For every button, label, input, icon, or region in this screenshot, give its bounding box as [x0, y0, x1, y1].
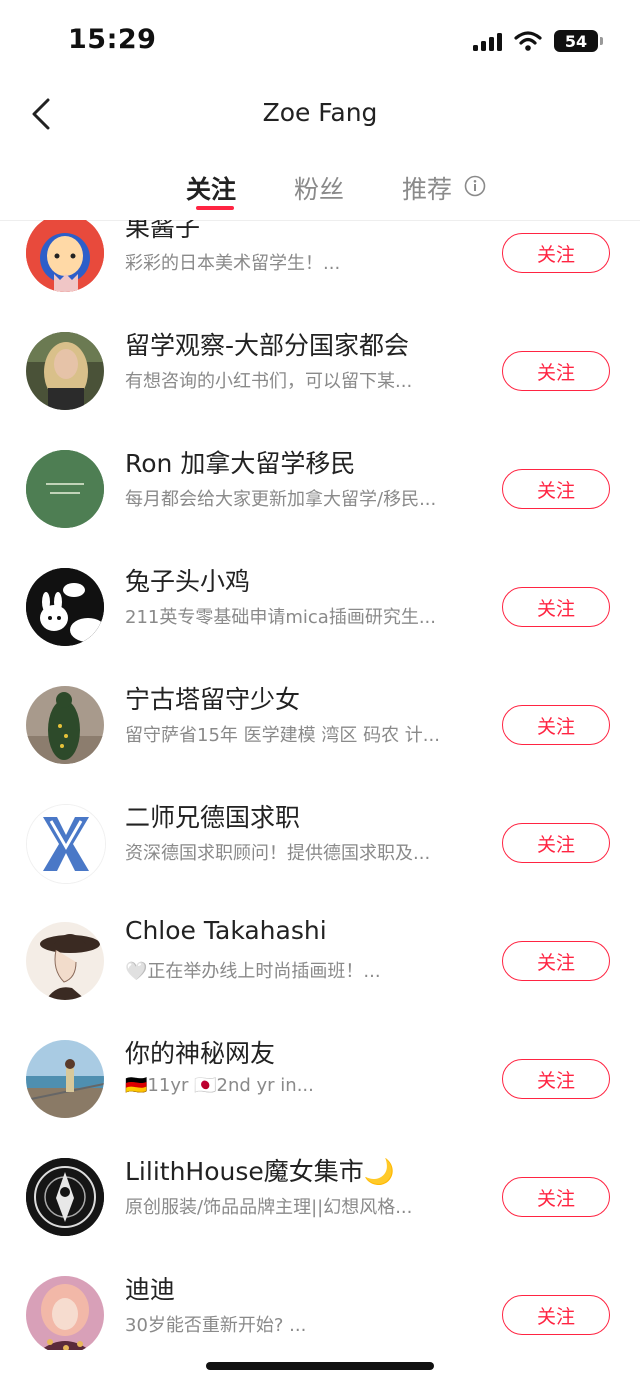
- avatar: [26, 220, 104, 292]
- user-name: Ron 加拿大留学移民: [125, 449, 356, 478]
- list-item[interactable]: 兔子头小鸡 211英专零基础申请mica插画研究生... 关注: [0, 560, 640, 678]
- user-description: 211英专零基础申请mica插画研究生...: [125, 607, 436, 628]
- user-name: 宁古塔留守少女: [125, 685, 301, 714]
- follow-button[interactable]: 关注: [502, 1177, 610, 1217]
- tab-followers[interactable]: 粉丝: [294, 170, 344, 206]
- user-name: Chloe Takahashi: [125, 916, 327, 945]
- avatar: [26, 568, 104, 646]
- follow-button[interactable]: 关注: [502, 351, 610, 391]
- user-description: 留守萨省15年 医学建模 湾区 码农 计...: [125, 725, 440, 746]
- list-item[interactable]: Ron 加拿大留学移民 每月都会给大家更新加拿大留学/移民... 关注: [0, 442, 640, 560]
- info-icon[interactable]: [464, 175, 486, 197]
- list-item[interactable]: 留学观察-大部分国家都会 有想咨询的小红书们，可以留下某... 关注: [0, 324, 640, 442]
- status-time: 15:29: [68, 24, 157, 55]
- list-item[interactable]: 你的神秘网友 🇩🇪11yr 🇯🇵2nd yr in... 关注: [0, 1032, 640, 1150]
- avatar: [26, 922, 104, 1000]
- user-description: 原创服装/饰品品牌主理||幻想风格...: [125, 1197, 413, 1218]
- list-item[interactable]: 迪迪 30岁能否重新开始? ... 关注: [0, 1268, 640, 1350]
- user-name: 二师兄德国求职: [125, 803, 301, 832]
- battery-icon: 54: [554, 30, 603, 52]
- list-item[interactable]: 果酱子 彩彩的日本美术留学生！... 关注: [0, 220, 640, 324]
- avatar: [26, 1158, 104, 1236]
- avatar: [26, 1276, 104, 1350]
- follow-button[interactable]: 关注: [502, 941, 610, 981]
- user-description: 30岁能否重新开始? ...: [125, 1315, 307, 1336]
- user-description: 每月都会给大家更新加拿大留学/移民...: [125, 489, 437, 510]
- user-description: 🤍正在举办线上时尚插画班！...: [125, 961, 381, 982]
- avatar: [26, 332, 104, 410]
- user-name: LilithHouse魔女集市🌙: [125, 1157, 395, 1186]
- follow-button[interactable]: 关注: [502, 1059, 610, 1099]
- tab-recommended[interactable]: 推荐: [402, 170, 452, 206]
- home-indicator: [206, 1362, 434, 1370]
- avatar: [26, 804, 106, 884]
- user-name: 留学观察-大部分国家都会: [125, 331, 410, 360]
- user-name: 迪迪: [125, 1275, 176, 1304]
- page-title: Zoe Fang: [262, 98, 378, 127]
- user-name: 果酱子: [125, 220, 201, 242]
- nav-bar: Zoe Fang: [0, 80, 640, 150]
- user-name: 兔子头小鸡: [125, 567, 251, 596]
- follow-button[interactable]: 关注: [502, 469, 610, 509]
- status-icons: 54: [473, 30, 603, 52]
- list-item[interactable]: LilithHouse魔女集市🌙 原创服装/饰品品牌主理||幻想风格... 关注: [0, 1150, 640, 1268]
- following-list: 果酱子 彩彩的日本美术留学生！... 关注 留学观察-大部分国家都会 有想咨询的…: [0, 220, 640, 1350]
- avatar: [26, 686, 104, 764]
- status-bar: 15:29 54: [0, 0, 640, 80]
- list-item[interactable]: 二师兄德国求职 资深德国求职顾问！提供德国求职及... 关注: [0, 796, 640, 914]
- follow-button[interactable]: 关注: [502, 1295, 610, 1335]
- user-description: 资深德国求职顾问！提供德国求职及...: [125, 843, 431, 864]
- user-description: 彩彩的日本美术留学生！...: [125, 253, 341, 274]
- follow-button[interactable]: 关注: [502, 587, 610, 627]
- tab-bar: 关注 粉丝 推荐: [0, 150, 640, 221]
- user-name: 你的神秘网友: [125, 1039, 276, 1068]
- active-tab-indicator: [196, 206, 234, 210]
- user-description: 有想咨询的小红书们，可以留下某...: [125, 371, 413, 392]
- tab-following[interactable]: 关注: [186, 170, 236, 206]
- avatar: [26, 1040, 104, 1118]
- follow-button[interactable]: 关注: [502, 823, 610, 863]
- follow-button[interactable]: 关注: [502, 233, 610, 273]
- avatar: [26, 450, 104, 528]
- list-item[interactable]: 宁古塔留守少女 留守萨省15年 医学建模 湾区 码农 计... 关注: [0, 678, 640, 796]
- list-item[interactable]: Chloe Takahashi 🤍正在举办线上时尚插画班！... 关注: [0, 914, 640, 1032]
- signal-icon: [473, 31, 502, 51]
- follow-button[interactable]: 关注: [502, 705, 610, 745]
- user-description: 🇩🇪11yr 🇯🇵2nd yr in...: [125, 1075, 314, 1096]
- wifi-icon: [514, 31, 542, 51]
